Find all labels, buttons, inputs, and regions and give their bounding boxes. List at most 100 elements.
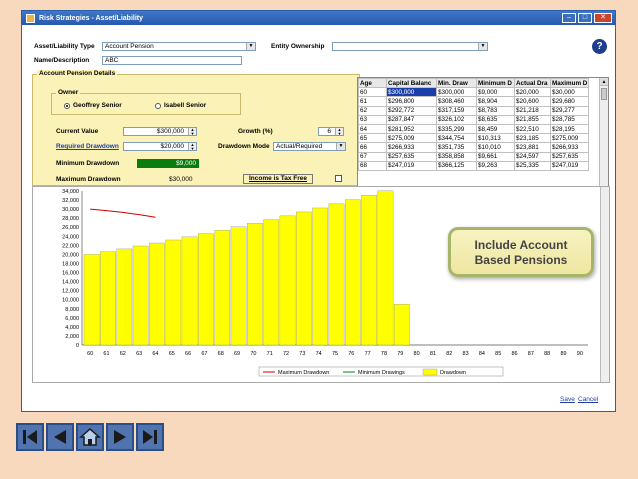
table-cell[interactable]: $20,600 — [514, 96, 551, 107]
table-cell[interactable]: $247,019 — [386, 160, 437, 171]
previous-slide-button[interactable] — [46, 423, 74, 451]
chevron-down-icon[interactable]: ▼ — [478, 43, 487, 50]
table-row[interactable]: 60 $300,000 $300,000 $9,000 $20,000 $30,000 — [358, 87, 589, 98]
table-cell[interactable]: $344,754 — [436, 133, 477, 144]
table-cell[interactable]: $8,783 — [476, 105, 515, 116]
table-cell[interactable]: $266,933 — [386, 142, 437, 153]
current-value-input[interactable]: $300,000 ▲ ▼ — [123, 127, 197, 136]
owner-radio-isabell[interactable] — [155, 103, 161, 109]
table-cell[interactable]: $30,000 — [550, 87, 589, 98]
chevron-down-icon[interactable]: ▼ — [246, 43, 255, 50]
table-cell[interactable]: $29,680 — [550, 96, 589, 107]
last-slide-button[interactable] — [136, 423, 164, 451]
grid-header-2[interactable]: Min. Draw — [436, 78, 477, 89]
table-cell[interactable]: 61 — [358, 96, 387, 107]
table-cell[interactable]: 63 — [358, 114, 387, 125]
table-cell[interactable]: $8,904 — [476, 96, 515, 107]
table-cell[interactable]: $9,000 — [476, 87, 515, 98]
table-cell[interactable]: $308,460 — [436, 96, 477, 107]
close-button[interactable]: ✕ — [594, 13, 612, 23]
table-row[interactable]: 61 $296,800 $308,460 $8,904 $20,600 $29,680 — [358, 96, 589, 107]
table-cell[interactable]: $358,858 — [436, 151, 477, 162]
table-cell[interactable]: $28,195 — [550, 123, 589, 135]
grid-header-1[interactable]: Capital Balanc — [386, 78, 437, 89]
scroll-thumb[interactable] — [601, 88, 607, 100]
table-cell[interactable]: 67 — [358, 151, 387, 162]
first-slide-button[interactable] — [16, 423, 44, 451]
table-cell[interactable]: $351,735 — [436, 142, 477, 153]
table-cell[interactable]: $28,785 — [550, 114, 589, 125]
table-cell[interactable]: $300,000 — [436, 87, 477, 98]
table-cell[interactable]: $296,800 — [386, 96, 437, 107]
grid-header-3[interactable]: Minimum D — [476, 78, 515, 89]
drawdown-mode-select[interactable]: Actual/Required ▼ — [273, 142, 346, 151]
help-icon[interactable]: ? — [592, 39, 607, 54]
asset-type-select[interactable]: Account Pension ▼ — [102, 42, 256, 51]
grid-header-5[interactable]: Maximum D — [550, 78, 589, 89]
table-cell[interactable]: $300,000 — [386, 87, 437, 98]
table-row[interactable]: 65 $275,009 $344,754 $10,313 $23,185 $275,009 — [358, 133, 589, 144]
table-cell[interactable]: $266,933 — [550, 142, 589, 153]
table-row[interactable]: 63 $287,847 $326,102 $8,635 $21,855 $28,785 — [358, 114, 589, 125]
next-slide-button[interactable] — [106, 423, 134, 451]
income-tax-free-button[interactable]: Income is Tax Free — [243, 174, 313, 184]
table-cell[interactable]: $23,185 — [514, 133, 551, 144]
table-cell[interactable]: $21,855 — [514, 114, 551, 125]
income-tax-free-checkbox[interactable] — [335, 175, 342, 182]
scroll-up-icon[interactable]: ▲ — [600, 78, 608, 86]
table-cell[interactable]: $287,847 — [386, 114, 437, 125]
table-cell[interactable]: $317,159 — [436, 105, 477, 116]
table-cell[interactable]: $292,772 — [386, 105, 437, 116]
table-cell[interactable]: $257,635 — [550, 151, 589, 162]
maximize-button[interactable]: □ — [578, 13, 592, 23]
table-cell[interactable]: $10,313 — [476, 133, 515, 144]
table-cell[interactable]: $21,218 — [514, 105, 551, 116]
growth-input[interactable]: 6 ▲ ▼ — [318, 127, 344, 136]
table-cell[interactable]: $9,263 — [476, 160, 515, 171]
spinner-icon[interactable]: ▲ ▼ — [188, 128, 196, 135]
owner-radio-geoffrey[interactable] — [64, 103, 70, 109]
table-cell[interactable]: 60 — [358, 87, 387, 98]
table-cell[interactable]: $335,299 — [436, 123, 477, 135]
required-drawdown-link[interactable]: Required Drawdown — [56, 143, 119, 150]
table-cell[interactable]: $366,125 — [436, 160, 477, 171]
table-cell[interactable]: $24,597 — [514, 151, 551, 162]
entity-ownership-select[interactable]: ▼ — [332, 42, 488, 51]
minimize-button[interactable]: – — [562, 13, 576, 23]
spinner-icon[interactable]: ▲ ▼ — [335, 128, 343, 135]
table-cell[interactable]: $9,661 — [476, 151, 515, 162]
table-cell[interactable]: $20,000 — [514, 87, 551, 98]
spinner-icon[interactable]: ▲ ▼ — [188, 143, 196, 150]
cancel-link[interactable]: Cancel — [578, 396, 598, 403]
table-cell[interactable]: $10,010 — [476, 142, 515, 153]
table-cell[interactable]: 68 — [358, 160, 387, 171]
table-cell[interactable]: $281,952 — [386, 123, 437, 135]
required-drawdown-input[interactable]: $20,000 ▲ ▼ — [123, 142, 197, 151]
table-cell[interactable]: $29,277 — [550, 105, 589, 116]
table-cell[interactable]: 65 — [358, 133, 387, 144]
table-row[interactable]: 66 $266,933 $351,735 $10,010 $23,881 $266,933 — [358, 142, 589, 153]
table-cell[interactable]: 66 — [358, 142, 387, 153]
table-cell[interactable]: $25,335 — [514, 160, 551, 171]
table-row[interactable]: 62 $292,772 $317,159 $8,783 $21,218 $29,277 — [358, 105, 589, 116]
table-cell[interactable]: $247,019 — [550, 160, 589, 171]
table-cell[interactable]: $275,009 — [550, 133, 589, 144]
grid-header-0[interactable]: Age — [358, 78, 387, 89]
table-cell[interactable]: $275,009 — [386, 133, 437, 144]
name-description-input[interactable]: ABC — [102, 56, 242, 65]
table-row[interactable]: 67 $257,635 $358,858 $9,661 $24,597 $257,635 — [358, 151, 589, 162]
chart-scrollbar[interactable] — [600, 187, 609, 382]
table-cell[interactable]: $22,510 — [514, 123, 551, 135]
table-cell[interactable]: $257,635 — [386, 151, 437, 162]
chevron-down-icon[interactable]: ▼ — [336, 143, 345, 150]
home-button[interactable] — [76, 423, 104, 451]
projection-grid[interactable]: Age Capital Balanc Min. Draw Minimum D Actua… — [357, 77, 609, 190]
grid-header-4[interactable]: Actual Dra — [514, 78, 551, 89]
table-cell[interactable]: $8,635 — [476, 114, 515, 125]
table-cell[interactable]: $8,459 — [476, 123, 515, 135]
table-cell[interactable]: $23,881 — [514, 142, 551, 153]
table-cell[interactable]: 62 — [358, 105, 387, 116]
table-row[interactable]: 68 $247,019 $366,125 $9,263 $25,335 $247,019 — [358, 160, 589, 171]
save-link[interactable]: Save — [560, 396, 575, 403]
table-cell[interactable]: $326,102 — [436, 114, 477, 125]
